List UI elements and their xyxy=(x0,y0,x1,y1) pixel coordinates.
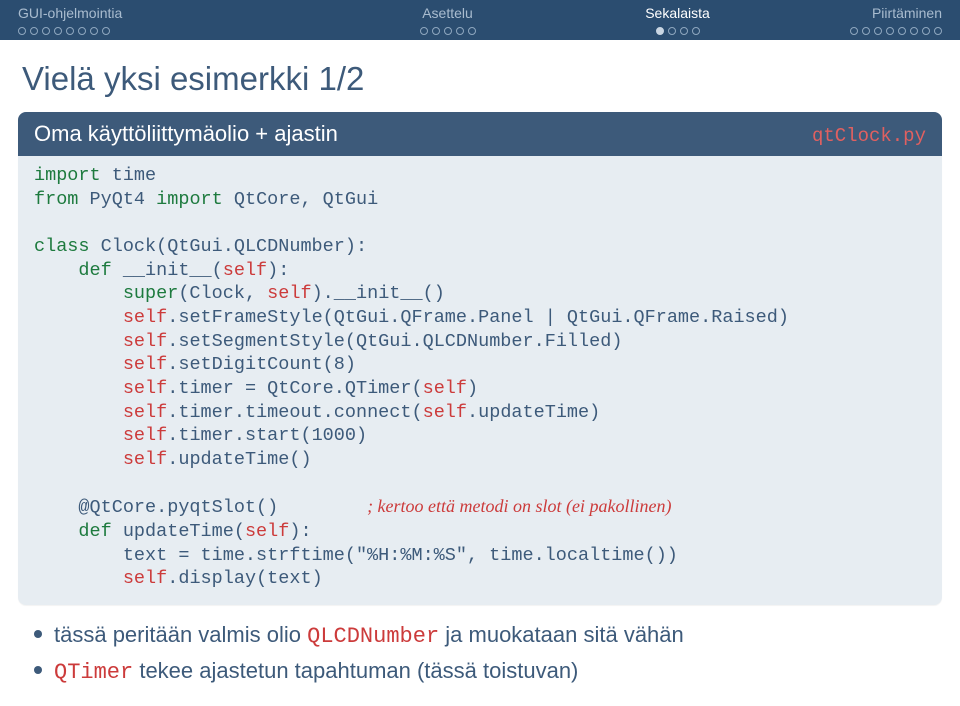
bullet-1: tässä peritään valmis olio QLCDNumber ja… xyxy=(34,619,926,653)
progress-dot[interactable] xyxy=(680,27,688,35)
bullet-list: tässä peritään valmis olio QLCDNumber ja… xyxy=(0,605,960,689)
progress-dot[interactable] xyxy=(42,27,50,35)
code-block-title: Oma käyttöliittymäolio + ajastin xyxy=(34,121,338,147)
progress-dot[interactable] xyxy=(692,27,700,35)
slide-title: Vielä yksi esimerkki 1/2 xyxy=(0,40,960,112)
progress-dot[interactable] xyxy=(922,27,930,35)
progress-dot[interactable] xyxy=(874,27,882,35)
progress-dot[interactable] xyxy=(30,27,38,35)
progress-dot[interactable] xyxy=(456,27,464,35)
bullet-2: QTimer tekee ajastetun tapahtuman (tässä… xyxy=(34,655,926,689)
progress-dot[interactable] xyxy=(102,27,110,35)
code-body: import time from PyQt4 import QtCore, Qt… xyxy=(18,156,942,605)
progress-dot[interactable] xyxy=(18,27,26,35)
nav-tab-sekalaista[interactable]: Sekalaista xyxy=(565,0,790,24)
progress-dot[interactable] xyxy=(656,27,664,35)
progress-dot[interactable] xyxy=(862,27,870,35)
nav-tab-asettelu[interactable]: Asettelu xyxy=(330,0,565,24)
nav-bar: GUI-ohjelmointia Asettelu Sekalaista Pii… xyxy=(0,0,960,24)
progress-dot[interactable] xyxy=(468,27,476,35)
dots-sekalaista xyxy=(565,24,790,37)
dots-asettelu xyxy=(330,24,565,37)
progress-dot[interactable] xyxy=(66,27,74,35)
code-block-header: Oma käyttöliittymäolio + ajastin qtClock… xyxy=(18,112,942,156)
progress-dot[interactable] xyxy=(444,27,452,35)
progress-dot[interactable] xyxy=(54,27,62,35)
progress-dot[interactable] xyxy=(78,27,86,35)
progress-dot[interactable] xyxy=(420,27,428,35)
progress-dot[interactable] xyxy=(910,27,918,35)
progress-dot[interactable] xyxy=(934,27,942,35)
code-block: Oma käyttöliittymäolio + ajastin qtClock… xyxy=(18,112,942,605)
dots-piirtaminen xyxy=(790,24,960,37)
nav-tab-gui[interactable]: GUI-ohjelmointia xyxy=(0,0,330,24)
nav-tab-piirtaminen[interactable]: Piirtäminen xyxy=(790,0,960,24)
progress-dot[interactable] xyxy=(668,27,676,35)
progress-dot[interactable] xyxy=(886,27,894,35)
progress-dot[interactable] xyxy=(90,27,98,35)
code-filename: qtClock.py xyxy=(812,125,926,147)
progress-dot[interactable] xyxy=(898,27,906,35)
dots-gui xyxy=(0,24,330,37)
progress-dot[interactable] xyxy=(850,27,858,35)
progress-dots-row xyxy=(0,24,960,40)
progress-dot[interactable] xyxy=(432,27,440,35)
